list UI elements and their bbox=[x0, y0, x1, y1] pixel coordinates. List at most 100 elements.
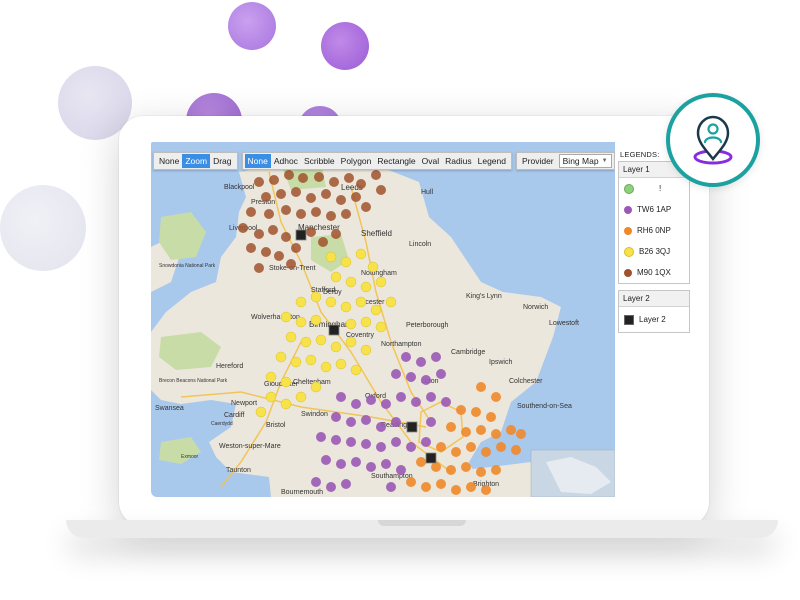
marker-dot bbox=[298, 173, 308, 183]
marker-dot bbox=[375, 321, 387, 333]
marker-dot bbox=[346, 437, 356, 447]
map-canvas[interactable]: Blackpool Preston Liverpool Manchester S… bbox=[151, 142, 615, 497]
marker-dot bbox=[491, 392, 501, 402]
marker-dot bbox=[391, 369, 401, 379]
legend-item-label: ! bbox=[659, 184, 662, 193]
marker-dot bbox=[356, 179, 366, 189]
marker-dot bbox=[351, 192, 361, 202]
marker-dot bbox=[291, 187, 301, 197]
map-label: Taunton bbox=[226, 467, 251, 474]
map-label: Cambridge bbox=[451, 349, 485, 356]
marker-dot bbox=[511, 445, 521, 455]
marker-dot bbox=[361, 415, 371, 425]
legend-item[interactable]: B26 3QJ bbox=[619, 241, 689, 262]
marker-dot bbox=[295, 391, 307, 403]
mode-drag-button[interactable]: Drag bbox=[210, 154, 234, 168]
map-label: Weston-super-Mare bbox=[219, 443, 281, 450]
map-label: Bristol bbox=[266, 422, 286, 429]
draw-polygon-button[interactable]: Polygon bbox=[338, 154, 375, 168]
legend-swatch bbox=[624, 183, 634, 194]
marker-dot bbox=[436, 479, 446, 489]
map-label: Caerdydd bbox=[211, 421, 233, 427]
marker-dot bbox=[315, 334, 327, 346]
marker-dot bbox=[264, 209, 274, 219]
draw-radius-button[interactable]: Radius bbox=[442, 154, 474, 168]
marker-dot bbox=[421, 375, 431, 385]
marker-dot bbox=[261, 192, 271, 202]
marker-dot bbox=[254, 229, 264, 239]
marker-dot bbox=[361, 202, 371, 212]
marker-dot bbox=[411, 397, 421, 407]
draw-scribble-button[interactable]: Scribble bbox=[301, 154, 338, 168]
mode-zoom-button[interactable]: Zoom bbox=[182, 154, 211, 168]
marker-dot bbox=[446, 422, 456, 432]
legend-layer2-box: Layer 2 Layer 2 bbox=[618, 290, 690, 333]
marker-dot bbox=[350, 364, 362, 376]
marker-dot bbox=[361, 439, 371, 449]
draw-none-button[interactable]: None bbox=[244, 154, 271, 168]
marker-dot bbox=[461, 427, 471, 437]
map-label: Nottingham bbox=[361, 270, 397, 277]
marker-dot bbox=[269, 175, 279, 185]
marker-dot bbox=[386, 482, 396, 492]
marker-dot bbox=[396, 392, 406, 402]
legend-item[interactable]: RH6 0NP bbox=[619, 220, 689, 241]
legend-item-label: Layer 2 bbox=[639, 315, 666, 324]
marker-dot bbox=[346, 417, 356, 427]
marker-dot bbox=[491, 465, 501, 475]
legend-item[interactable]: Layer 2 bbox=[619, 307, 689, 332]
map-label: Sheffield bbox=[361, 229, 392, 238]
marker-dot bbox=[280, 376, 292, 388]
draw-legend-button[interactable]: Legend bbox=[475, 154, 509, 168]
marker-dot bbox=[316, 432, 326, 442]
map-label: Snowdonia National Park bbox=[159, 263, 216, 269]
marker-dot bbox=[255, 406, 267, 418]
draw-adhoc-button[interactable]: Adhoc bbox=[271, 154, 301, 168]
legend-item[interactable]: M90 1QX bbox=[619, 262, 689, 283]
marker-dot bbox=[345, 336, 357, 348]
marker-dot bbox=[476, 467, 486, 477]
marker-dot bbox=[431, 352, 441, 362]
mode-none-button[interactable]: None bbox=[156, 154, 182, 168]
marker-dot bbox=[466, 442, 476, 452]
marker-dot bbox=[254, 263, 264, 273]
marker-dot bbox=[366, 462, 376, 472]
legend-layer2-header[interactable]: Layer 2 bbox=[619, 291, 689, 307]
marker-dot bbox=[336, 459, 346, 469]
marker-dot bbox=[335, 358, 347, 370]
marker-dot bbox=[446, 465, 456, 475]
marker-dot bbox=[416, 357, 426, 367]
mode-toolbar-group: None Zoom Drag bbox=[153, 152, 238, 170]
provider-label: Provider bbox=[521, 156, 554, 166]
decorative-bubble bbox=[0, 185, 86, 271]
marker-dot bbox=[331, 435, 341, 445]
marker-dot bbox=[310, 291, 322, 303]
map-label: Bournemouth bbox=[281, 489, 323, 496]
legend-item[interactable]: TW6 1AP bbox=[619, 199, 689, 220]
marker-dot bbox=[341, 479, 351, 489]
provider-select[interactable]: Bing Map ▼ bbox=[558, 154, 612, 168]
draw-oval-button[interactable]: Oval bbox=[419, 154, 442, 168]
marker-dot bbox=[331, 229, 341, 239]
map-label: Colchester bbox=[509, 378, 543, 385]
marker-dot bbox=[385, 296, 397, 308]
legend-panel: LEGENDS: Layer 1 ! TW6 1AP RH6 0NP B26 3… bbox=[618, 150, 690, 490]
marker-dot bbox=[330, 341, 342, 353]
marker-dot bbox=[426, 392, 436, 402]
marker-dot bbox=[391, 437, 401, 447]
app-screen: Blackpool Preston Liverpool Manchester S… bbox=[151, 142, 692, 497]
draw-rectangle-button[interactable]: Rectangle bbox=[374, 154, 418, 168]
marker-dot bbox=[296, 209, 306, 219]
marker-dot bbox=[320, 361, 332, 373]
marker-dot bbox=[291, 243, 301, 253]
marker-dot bbox=[367, 261, 379, 273]
marker-dot bbox=[281, 232, 291, 242]
legend-swatch bbox=[624, 226, 632, 235]
legend-swatch bbox=[624, 268, 632, 277]
decorative-bubble bbox=[228, 2, 276, 50]
map-svg: Blackpool Preston Liverpool Manchester S… bbox=[151, 162, 615, 497]
marker-dot bbox=[295, 316, 307, 328]
marker-dot bbox=[246, 243, 256, 253]
marker-dot bbox=[481, 447, 491, 457]
marker-dot bbox=[325, 296, 337, 308]
